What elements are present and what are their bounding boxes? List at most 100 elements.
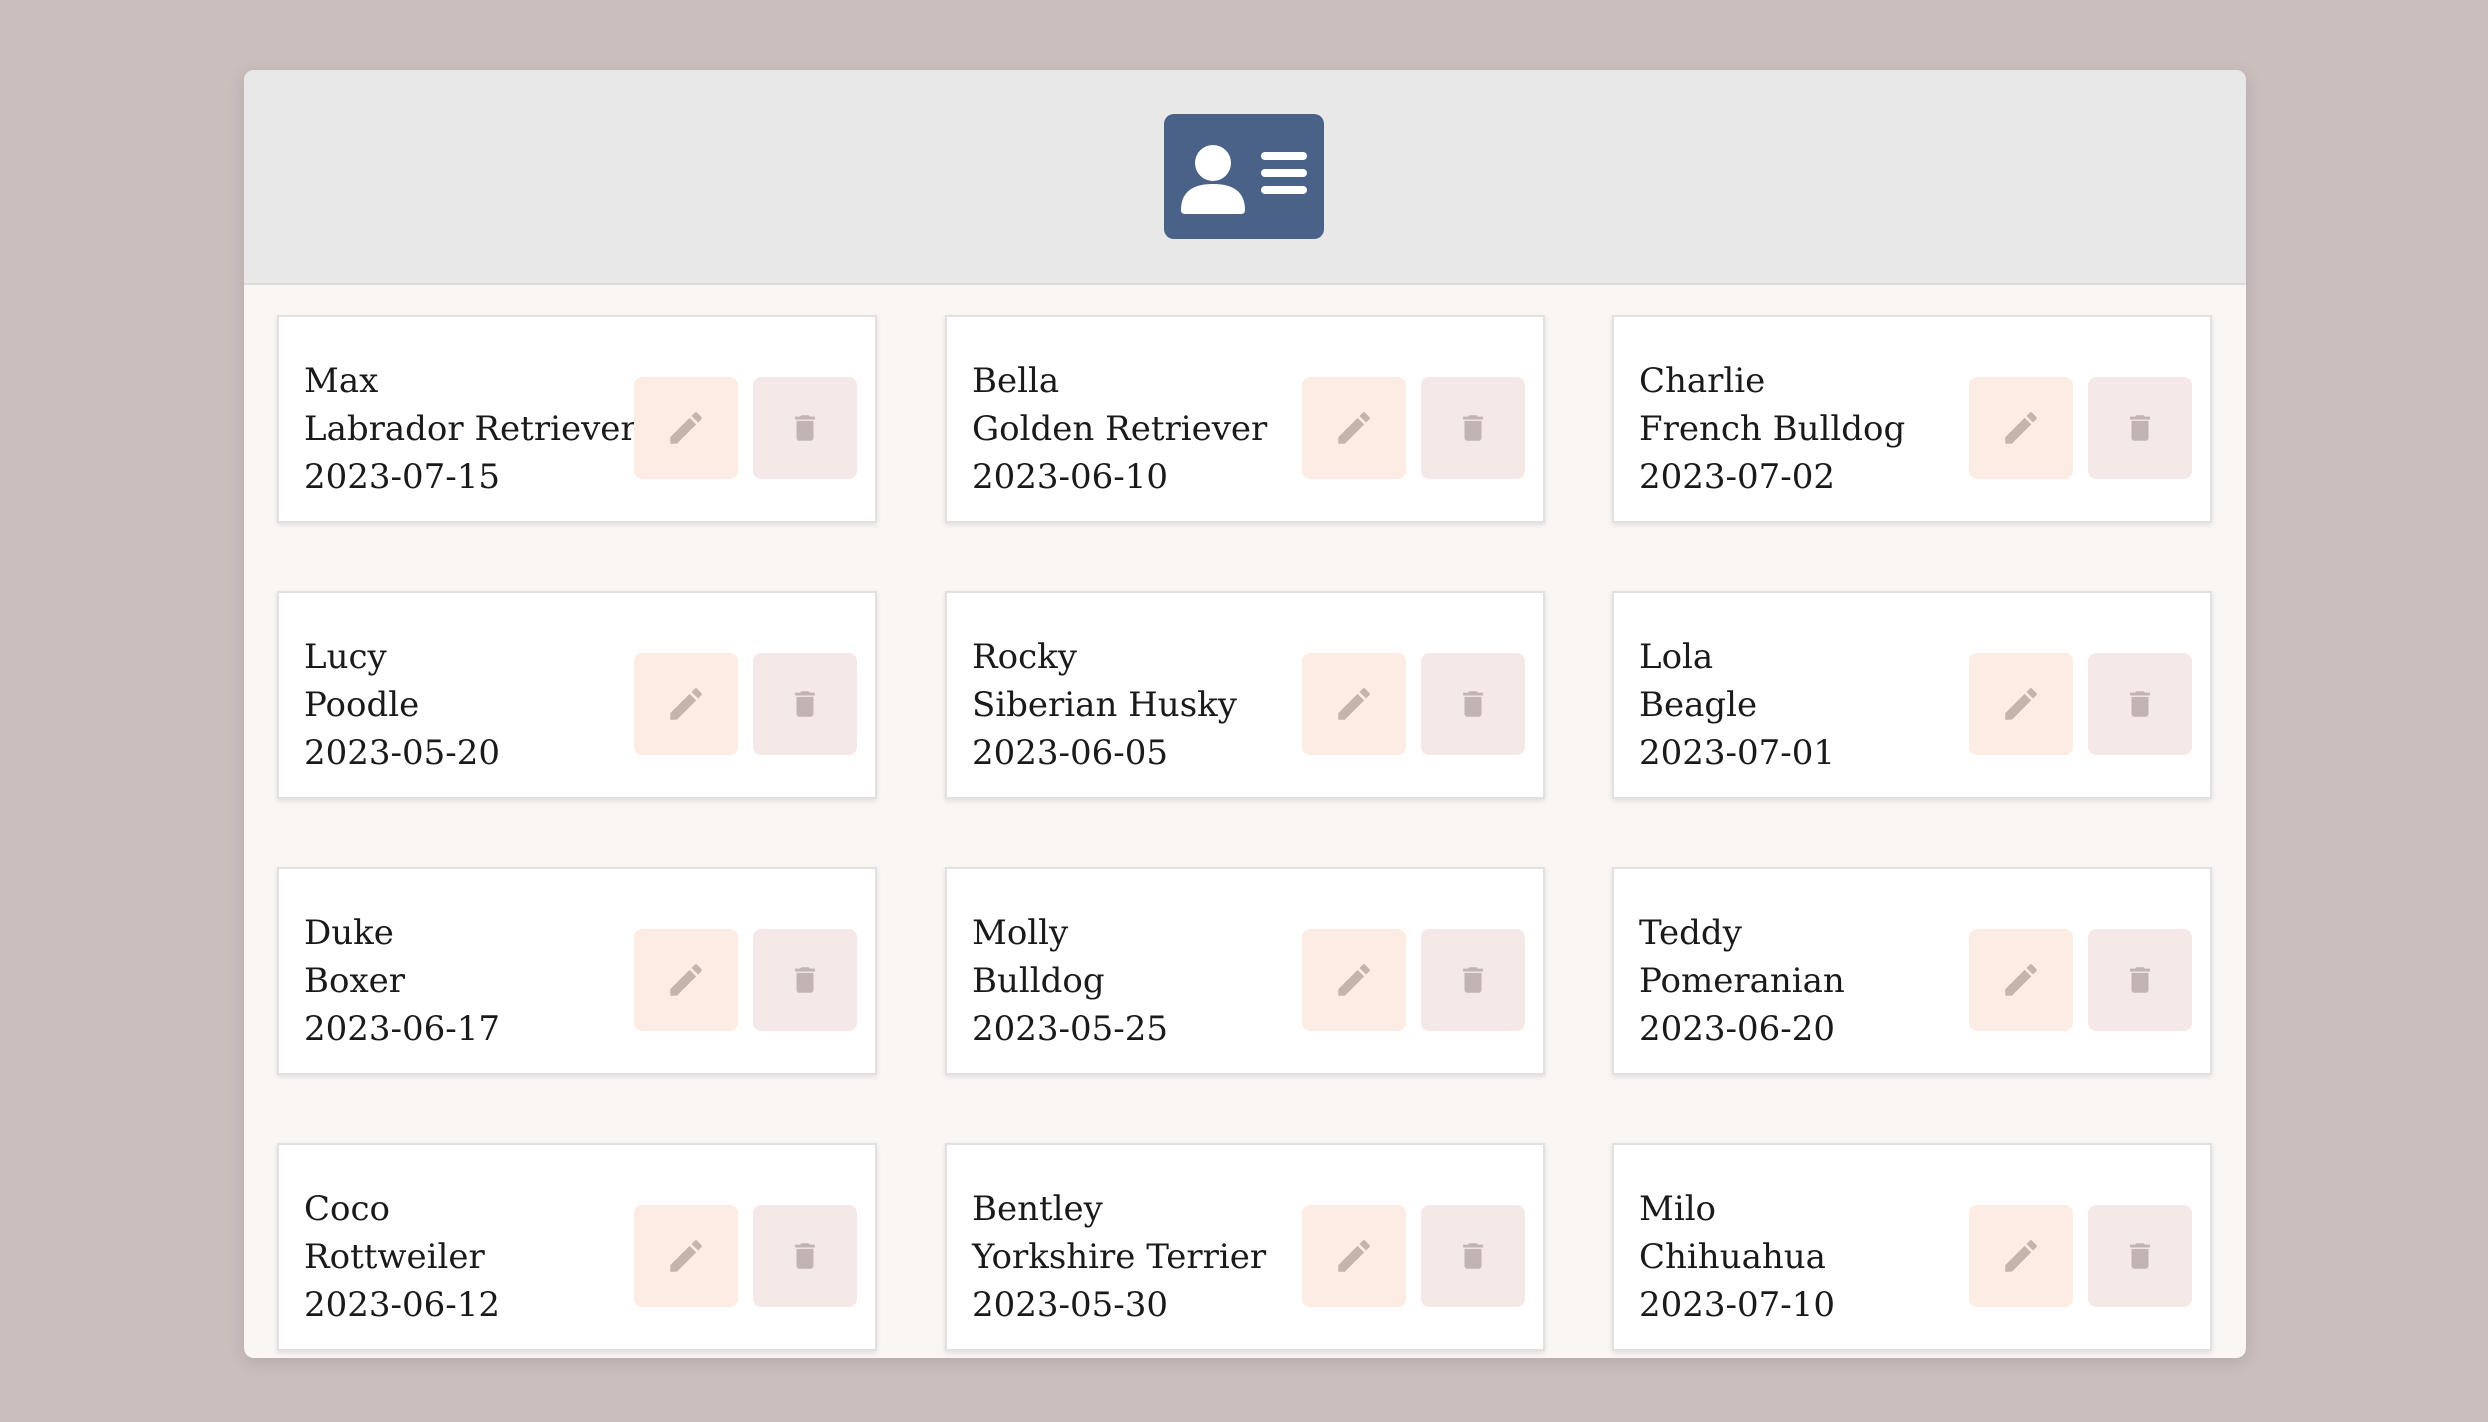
dog-date: 2023-05-20 — [304, 733, 501, 773]
edit-button[interactable] — [634, 377, 738, 479]
pencil-icon — [2005, 412, 2037, 444]
dog-card: Lola Beagle 2023-07-01 — [1612, 591, 2212, 799]
dog-name: Rocky — [972, 637, 1077, 677]
dog-card: Milo Chihuahua 2023-07-10 — [1612, 1143, 2212, 1351]
pencil-icon — [1338, 412, 1370, 444]
dog-name: Bentley — [972, 1189, 1103, 1229]
dog-date: 2023-07-15 — [304, 457, 501, 497]
dog-name: Molly — [972, 913, 1069, 953]
dog-name: Lola — [1639, 637, 1714, 677]
dog-info: Bentley Yorkshire Terrier 2023-05-30 — [972, 1185, 1266, 1329]
edit-button[interactable] — [1302, 1205, 1406, 1307]
app-window: Max Labrador Retriever 2023-07-15 Bella … — [244, 70, 2246, 1358]
dog-date: 2023-06-17 — [304, 1009, 501, 1049]
dog-breed: Bulldog — [972, 961, 1105, 1001]
trash-icon — [1463, 967, 1483, 993]
delete-button[interactable] — [2088, 653, 2192, 755]
dog-info: Duke Boxer 2023-06-17 — [304, 909, 500, 1053]
delete-button[interactable] — [2088, 377, 2192, 479]
dog-name: Bella — [972, 361, 1060, 401]
dog-card: Rocky Siberian Husky 2023-06-05 — [945, 591, 1545, 799]
dog-breed: Rottweiler — [304, 1237, 485, 1277]
dog-date: 2023-05-25 — [972, 1009, 1169, 1049]
trash-icon — [1463, 691, 1483, 717]
dog-name: Teddy — [1639, 913, 1742, 953]
delete-button[interactable] — [1421, 929, 1525, 1031]
dog-breed: Pomeranian — [1639, 961, 1845, 1001]
delete-button[interactable] — [2088, 1205, 2192, 1307]
edit-button[interactable] — [1302, 653, 1406, 755]
pencil-icon — [2005, 964, 2037, 996]
header-bar — [244, 70, 2246, 285]
dog-name: Duke — [304, 913, 394, 953]
trash-icon — [1463, 415, 1483, 441]
dog-breed: Siberian Husky — [972, 685, 1237, 725]
edit-button[interactable] — [634, 929, 738, 1031]
trash-icon — [795, 415, 815, 441]
trash-icon — [795, 691, 815, 717]
dog-info: Charlie French Bulldog 2023-07-02 — [1639, 357, 1905, 501]
pencil-icon — [2005, 1240, 2037, 1272]
dog-info: Teddy Pomeranian 2023-06-20 — [1639, 909, 1845, 1053]
trash-icon — [795, 1243, 815, 1269]
dog-date: 2023-05-30 — [972, 1285, 1169, 1325]
trash-icon — [795, 967, 815, 993]
edit-button[interactable] — [1969, 653, 2073, 755]
dog-breed: Golden Retriever — [972, 409, 1268, 449]
dog-info: Coco Rottweiler 2023-06-12 — [304, 1185, 500, 1329]
edit-button[interactable] — [1969, 377, 2073, 479]
dog-name: Coco — [304, 1189, 390, 1229]
dog-date: 2023-06-20 — [1639, 1009, 1836, 1049]
dog-card: Lucy Poodle 2023-05-20 — [277, 591, 877, 799]
pencil-icon — [670, 412, 702, 444]
dog-breed: Chihuahua — [1639, 1237, 1826, 1277]
dog-name: Milo — [1639, 1189, 1717, 1229]
dog-info: Max Labrador Retriever 2023-07-15 — [304, 357, 637, 501]
pencil-icon — [670, 688, 702, 720]
pencil-icon — [670, 964, 702, 996]
edit-button[interactable] — [634, 1205, 738, 1307]
dog-name: Charlie — [1639, 361, 1766, 401]
dog-breed: Labrador Retriever — [304, 409, 637, 449]
delete-button[interactable] — [1421, 377, 1525, 479]
pencil-icon — [1338, 964, 1370, 996]
pencil-icon — [1338, 1240, 1370, 1272]
delete-button[interactable] — [753, 377, 857, 479]
dog-card: Duke Boxer 2023-06-17 — [277, 867, 877, 1075]
dog-date: 2023-06-12 — [304, 1285, 501, 1325]
dog-date: 2023-06-10 — [972, 457, 1169, 497]
delete-button[interactable] — [1421, 653, 1525, 755]
dog-info: Milo Chihuahua 2023-07-10 — [1639, 1185, 1835, 1329]
pencil-icon — [2005, 688, 2037, 720]
edit-button[interactable] — [1969, 1205, 2073, 1307]
dog-card: Molly Bulldog 2023-05-25 — [945, 867, 1545, 1075]
dog-card: Teddy Pomeranian 2023-06-20 — [1612, 867, 2212, 1075]
edit-button[interactable] — [634, 653, 738, 755]
id-card-icon — [1164, 114, 1324, 239]
dog-name: Lucy — [304, 637, 387, 677]
trash-icon — [2130, 691, 2150, 717]
dog-info: Molly Bulldog 2023-05-25 — [972, 909, 1168, 1053]
trash-icon — [2130, 967, 2150, 993]
dog-breed: Poodle — [304, 685, 420, 725]
dog-info: Lucy Poodle 2023-05-20 — [304, 633, 500, 777]
dog-date: 2023-07-02 — [1639, 457, 1836, 497]
pencil-icon — [1338, 688, 1370, 720]
edit-button[interactable] — [1302, 377, 1406, 479]
dog-date: 2023-07-01 — [1639, 733, 1836, 773]
dog-breed: Beagle — [1639, 685, 1758, 725]
delete-button[interactable] — [2088, 929, 2192, 1031]
delete-button[interactable] — [753, 1205, 857, 1307]
edit-button[interactable] — [1969, 929, 2073, 1031]
delete-button[interactable] — [1421, 1205, 1525, 1307]
pencil-icon — [670, 1240, 702, 1272]
dog-breed: French Bulldog — [1639, 409, 1906, 449]
dog-card: Max Labrador Retriever 2023-07-15 — [277, 315, 877, 523]
trash-icon — [2130, 1243, 2150, 1269]
dog-date: 2023-06-05 — [972, 733, 1169, 773]
delete-button[interactable] — [753, 929, 857, 1031]
dog-name: Max — [304, 361, 379, 401]
edit-button[interactable] — [1302, 929, 1406, 1031]
delete-button[interactable] — [753, 653, 857, 755]
dog-info: Rocky Siberian Husky 2023-06-05 — [972, 633, 1237, 777]
